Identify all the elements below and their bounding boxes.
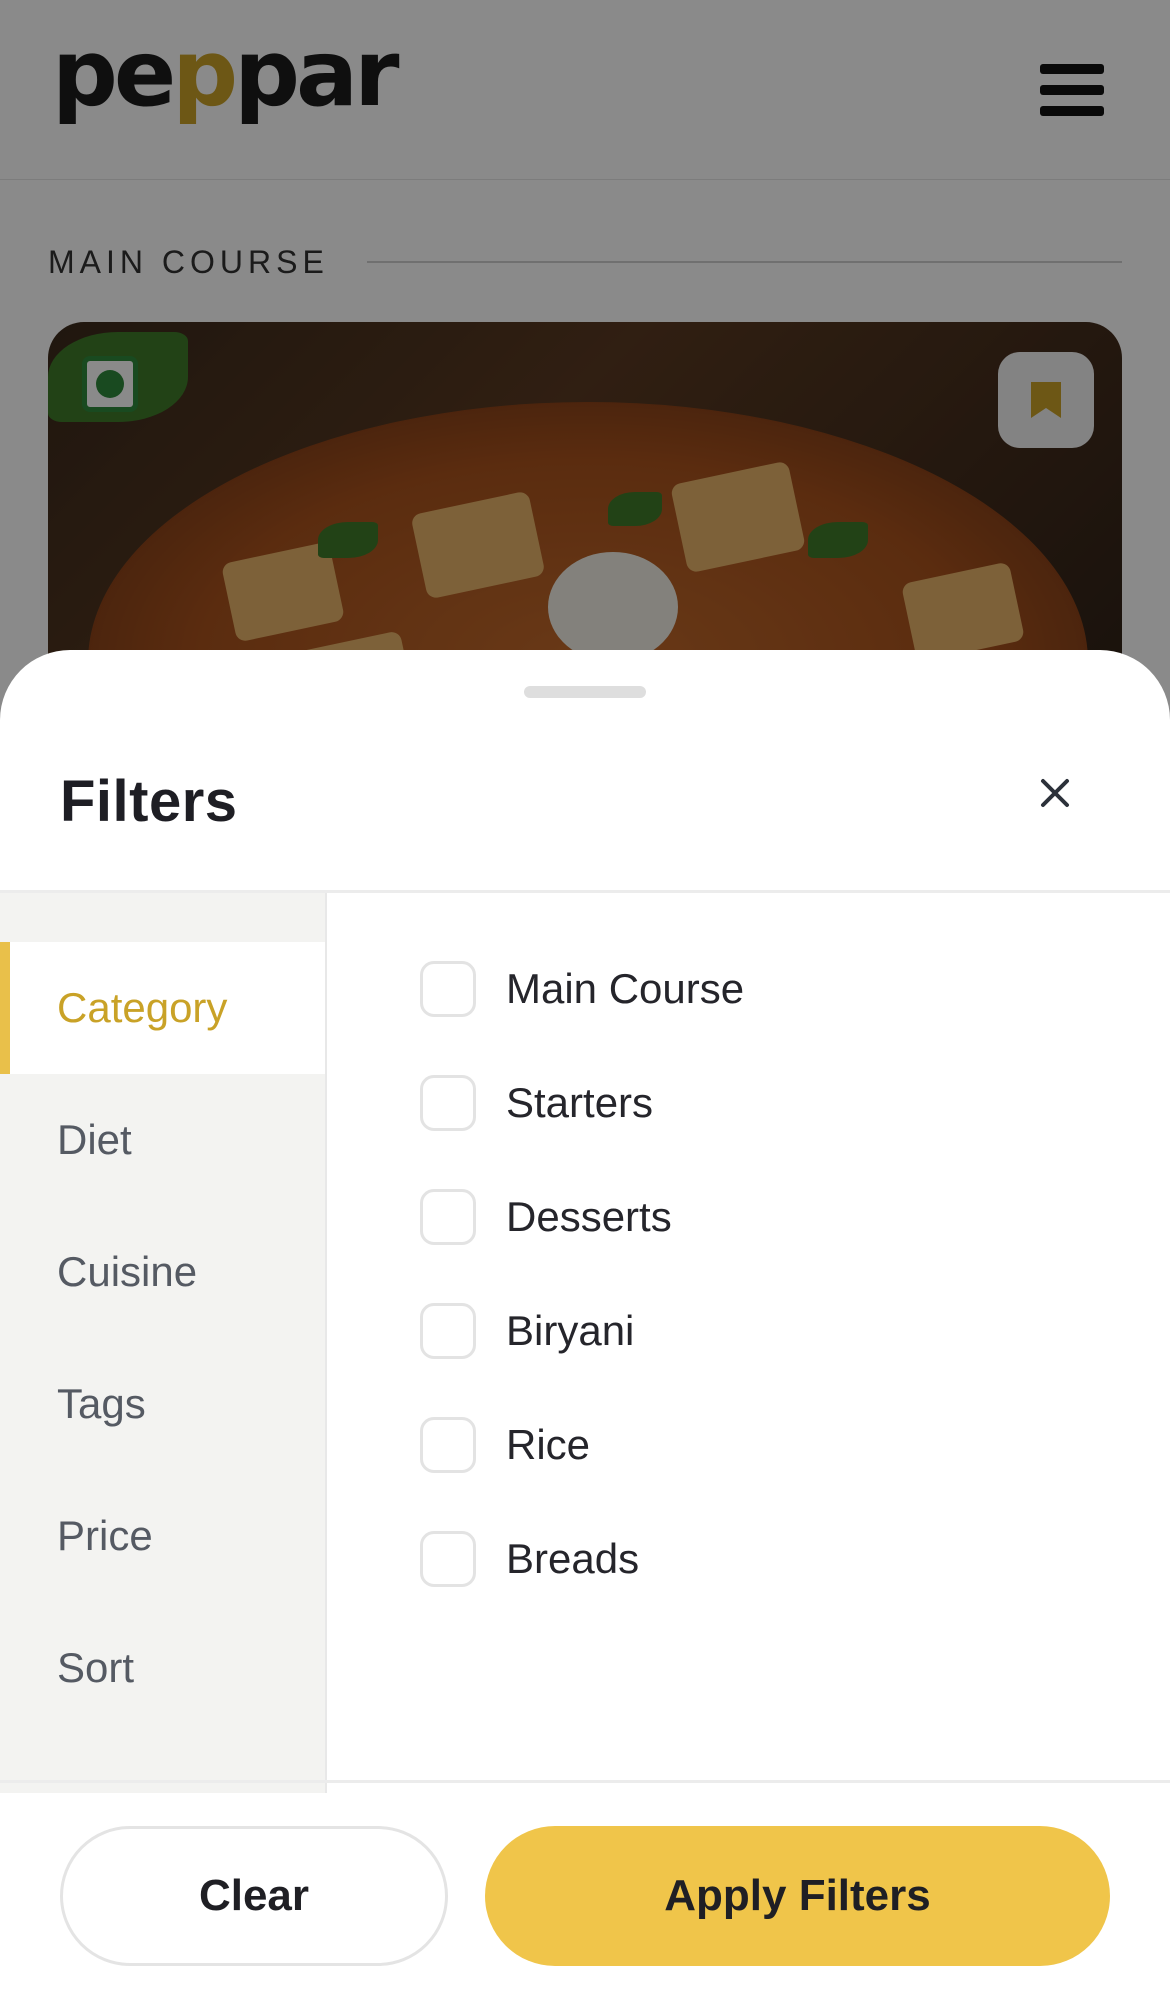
tab-sort[interactable]: Sort [0, 1602, 327, 1734]
checkbox[interactable] [420, 1531, 476, 1587]
option-rice[interactable]: Rice [420, 1415, 590, 1475]
option-biryani[interactable]: Biryani [420, 1301, 634, 1361]
tab-category[interactable]: Category [0, 942, 325, 1074]
close-icon [1041, 779, 1069, 807]
tab-tags[interactable]: Tags [0, 1338, 327, 1470]
option-starters[interactable]: Starters [420, 1073, 653, 1133]
checkbox[interactable] [420, 961, 476, 1017]
close-button[interactable] [1030, 768, 1080, 818]
option-label: Main Course [506, 965, 745, 1012]
tab-cuisine[interactable]: Cuisine [0, 1206, 327, 1338]
apply-filters-button[interactable]: Apply Filters [485, 1826, 1110, 1966]
filter-options-list: Main Course Starters Desserts Biryani Ri… [327, 893, 1170, 1793]
sheet-title: Filters [60, 769, 238, 834]
option-label: Rice [506, 1421, 591, 1468]
option-label: Biryani [506, 1307, 635, 1354]
option-breads[interactable]: Breads [420, 1529, 639, 1589]
tab-diet[interactable]: Diet [0, 1074, 327, 1206]
clear-button[interactable]: Clear [60, 1826, 448, 1966]
footer-divider [0, 1780, 1170, 1783]
sheet-drag-handle[interactable] [524, 686, 646, 698]
filter-category-sidebar: Category Diet Cuisine Tags Price Sort [0, 893, 327, 1793]
checkbox[interactable] [420, 1303, 476, 1359]
filters-bottom-sheet: Filters Category Diet Cuisine Tags Price… [0, 650, 1170, 1999]
option-desserts[interactable]: Desserts [420, 1187, 672, 1247]
option-label: Breads [506, 1535, 640, 1582]
checkbox[interactable] [420, 1417, 476, 1473]
checkbox[interactable] [420, 1189, 476, 1245]
option-label: Desserts [506, 1193, 672, 1240]
option-main-course[interactable]: Main Course [420, 959, 744, 1019]
checkbox[interactable] [420, 1075, 476, 1131]
tab-price[interactable]: Price [0, 1470, 327, 1602]
option-label: Starters [506, 1079, 654, 1126]
